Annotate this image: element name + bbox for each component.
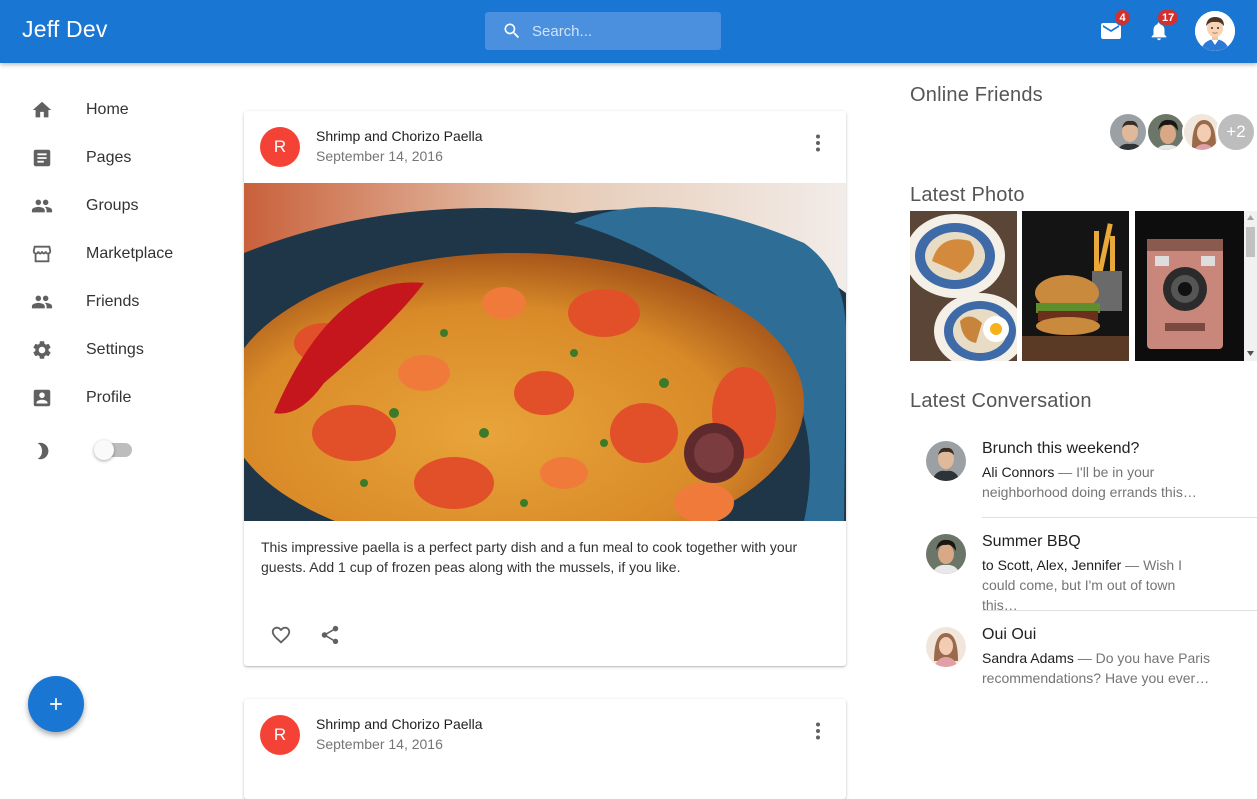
more-vert-icon <box>816 134 820 152</box>
like-button[interactable] <box>263 617 299 653</box>
sidebar-item-profile[interactable]: Profile <box>0 374 220 422</box>
search-box[interactable] <box>485 12 721 50</box>
post-card: R Shrimp and Chorizo Paella September 14… <box>244 699 846 799</box>
post-menu-button[interactable] <box>806 131 830 155</box>
more-vert-icon <box>816 722 820 740</box>
scroll-up-arrow-icon[interactable] <box>1246 214 1255 221</box>
latest-photo-heading: Latest Photo <box>910 184 1025 206</box>
sidebar-item-label: Friends <box>86 293 140 310</box>
more-friends-badge[interactable]: +2 <box>1216 112 1256 152</box>
post-text: This impressive paella is a perfect part… <box>261 539 798 575</box>
friend-avatar[interactable] <box>1108 112 1148 152</box>
post-date: September 14, 2016 <box>316 148 443 164</box>
conversation-title: Oui Oui <box>982 626 1037 643</box>
plus-icon <box>50 698 62 710</box>
online-friends-heading: Online Friends <box>910 84 1043 106</box>
friends-icon <box>31 291 53 313</box>
sidebar-item-home[interactable]: Home <box>0 86 220 134</box>
conversation-avatar <box>926 441 966 481</box>
mail-button[interactable]: 4 <box>1093 9 1131 50</box>
gear-icon <box>31 339 53 361</box>
storefront-icon <box>31 243 53 265</box>
sidebar-item-label: Marketplace <box>86 245 174 262</box>
conversation-sender: to Scott, Alex, Jennifer <box>982 557 1122 573</box>
sidebar-item-label: Groups <box>86 197 139 214</box>
scroll-down-arrow-icon[interactable] <box>1246 350 1255 357</box>
divider <box>982 610 1257 611</box>
sidebar-item-settings[interactable]: Settings <box>0 326 220 374</box>
conversation-item[interactable]: Oui Oui Sandra Adams — Do you have Paris… <box>910 613 1257 706</box>
conversation-avatar <box>926 627 966 667</box>
conversation-snippet: Sandra Adams — Do you have Paris recomme… <box>982 648 1212 688</box>
sidebar-item-label: Home <box>86 101 129 118</box>
conversation-snippet: to Scott, Alex, Jennifer — Wish I could … <box>982 555 1212 615</box>
post-image <box>244 183 846 521</box>
sidebar-item-pages[interactable]: Pages <box>0 134 220 182</box>
post-title: Shrimp and Chorizo Paella <box>316 128 483 144</box>
sidebar-item-friends[interactable]: Friends <box>0 278 220 326</box>
post-date: September 14, 2016 <box>316 736 443 752</box>
notifications-button[interactable]: 17 <box>1141 9 1180 50</box>
sidebar-item-label: Settings <box>86 341 144 358</box>
latest-conversation-heading: Latest Conversation <box>910 390 1092 412</box>
conversation-title: Summer BBQ <box>982 533 1081 550</box>
post-title: Shrimp and Chorizo Paella <box>316 716 483 732</box>
conversation-snippet: Ali Connors — I'll be in your neighborho… <box>982 462 1212 502</box>
scrollbar-thumb[interactable] <box>1246 227 1255 257</box>
notifications-badge: 17 <box>1157 9 1180 26</box>
post-avatar[interactable]: R <box>260 715 300 755</box>
app-title[interactable]: Jeff Dev <box>22 16 108 43</box>
toggle-knob <box>94 440 114 460</box>
photo-thumbnail[interactable] <box>1135 211 1244 361</box>
conversation-item[interactable]: Brunch this weekend? Ali Connors — I'll … <box>910 427 1257 520</box>
home-icon <box>31 99 53 121</box>
moon-icon <box>31 440 53 462</box>
photo-thumbnail[interactable] <box>910 211 1017 361</box>
sidebar-item-label: Pages <box>86 149 132 166</box>
divider <box>982 517 1257 518</box>
conversation-sender: Ali Connors <box>982 464 1055 480</box>
user-avatar[interactable] <box>1195 11 1235 51</box>
conversation-sender: Sandra Adams <box>982 650 1074 666</box>
conversation-title: Brunch this weekend? <box>982 440 1140 457</box>
add-button[interactable] <box>28 676 84 732</box>
pages-icon <box>31 147 53 169</box>
conversation-avatar <box>926 534 966 574</box>
search-icon <box>504 23 520 39</box>
sidebar-nav: Home Pages Groups Marketplace Friends Se… <box>0 63 230 745</box>
photo-thumbnail[interactable] <box>1022 211 1129 361</box>
groups-icon <box>31 195 53 217</box>
post-menu-button[interactable] <box>806 719 830 743</box>
sidebar-item-marketplace[interactable]: Marketplace <box>0 230 220 278</box>
friend-avatar[interactable] <box>1146 112 1186 152</box>
share-icon <box>321 625 339 645</box>
profile-icon <box>31 387 53 409</box>
dark-mode-toggle[interactable] <box>94 440 132 460</box>
sidebar-item-label: Profile <box>86 389 132 406</box>
post-avatar[interactable]: R <box>260 127 300 167</box>
photo-scrollbar[interactable] <box>1244 211 1257 361</box>
share-button[interactable] <box>312 617 348 653</box>
app-bar: Jeff Dev 4 17 <box>0 0 1257 63</box>
conversation-item[interactable]: Summer BBQ to Scott, Alex, Jennifer — Wi… <box>910 520 1257 613</box>
post-card: R Shrimp and Chorizo Paella September 14… <box>244 111 846 666</box>
heart-icon <box>271 626 291 644</box>
search-input[interactable] <box>532 22 702 40</box>
mail-badge: 4 <box>1114 9 1131 26</box>
sidebar-item-groups[interactable]: Groups <box>0 182 220 230</box>
user-avatar-illustration <box>1195 11 1235 51</box>
